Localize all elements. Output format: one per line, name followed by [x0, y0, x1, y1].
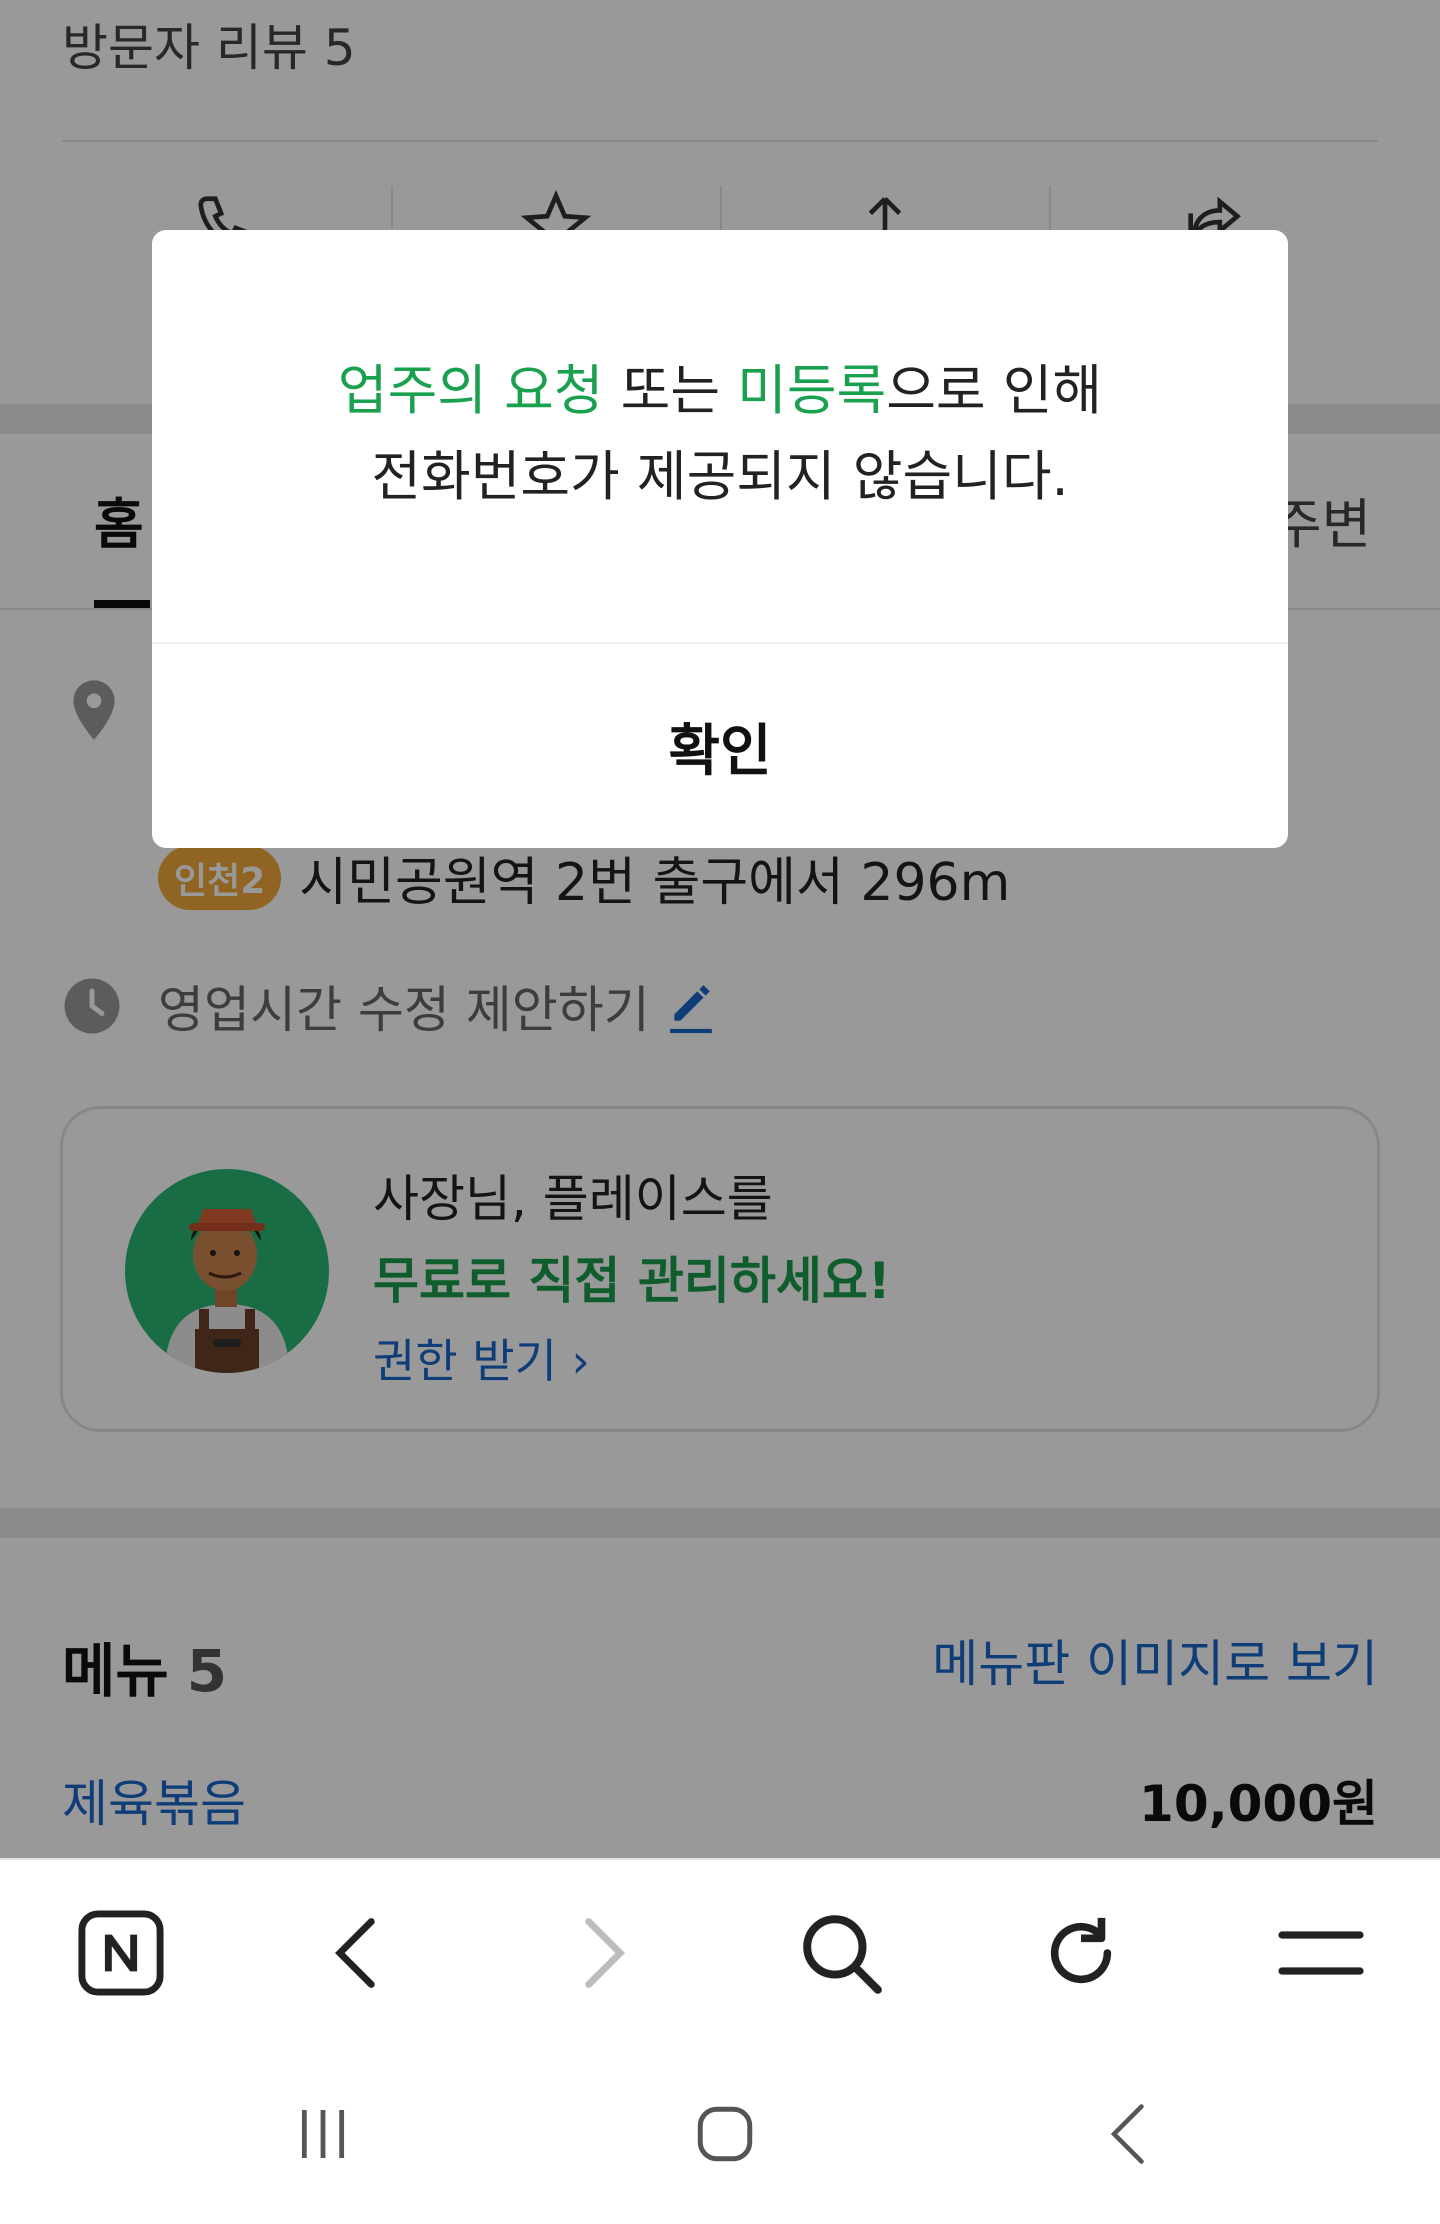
- system-back-button[interactable]: [1074, 2084, 1184, 2184]
- confirm-button[interactable]: 확인: [152, 644, 1288, 848]
- reason-suffix: 으로 인해: [886, 359, 1103, 422]
- dialog-message: 업주의 요청 또는 미등록으로 인해 전화번호가 제공되지 않습니다.: [152, 348, 1288, 520]
- naver-home-button[interactable]: [66, 1898, 176, 2008]
- dialog-message-line2: 전화번호가 제공되지 않습니다.: [371, 445, 1069, 508]
- owner-request-text: 업주의 요청: [337, 359, 604, 422]
- system-back-icon: [1110, 2104, 1144, 2164]
- search-icon: [803, 1915, 882, 1994]
- back-button[interactable]: [302, 1898, 412, 2008]
- home-button[interactable]: [670, 2084, 780, 2184]
- forward-icon: [585, 1918, 625, 1988]
- back-icon: [335, 1918, 375, 1988]
- menu-icon: [1278, 1931, 1364, 1975]
- forward-button[interactable]: [548, 1898, 658, 2008]
- recent-apps-icon: [301, 2110, 345, 2158]
- menu-button[interactable]: [1266, 1898, 1376, 2008]
- naver-home-icon: [78, 1910, 164, 1996]
- home-icon: [697, 2106, 753, 2162]
- refresh-button[interactable]: [1026, 1898, 1136, 2008]
- refresh-icon: [1050, 1917, 1112, 1984]
- system-navigation-bar: [0, 2048, 1440, 2224]
- search-button[interactable]: [786, 1898, 896, 2008]
- unregistered-text: 미등록: [737, 359, 887, 422]
- phone-unavailable-dialog: 업주의 요청 또는 미등록으로 인해 전화번호가 제공되지 않습니다. 확인: [152, 230, 1288, 848]
- or-text: 또는: [603, 359, 738, 422]
- recent-apps-button[interactable]: [268, 2084, 378, 2184]
- browser-toolbar: [0, 1858, 1440, 2048]
